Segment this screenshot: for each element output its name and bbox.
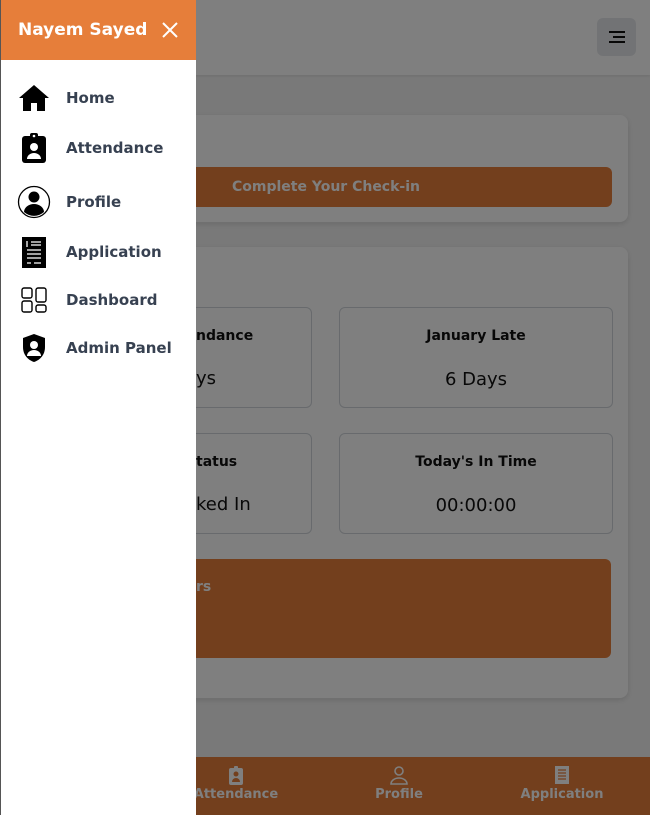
- drawer-item-label: Home: [66, 89, 115, 107]
- grid-icon: [17, 283, 51, 317]
- drawer-item-dashboard[interactable]: Dashboard: [1, 280, 197, 320]
- close-icon[interactable]: [162, 22, 178, 38]
- user-circle-icon: [17, 185, 51, 219]
- drawer-item-label: Profile: [66, 193, 122, 211]
- drawer-item-label: Admin Panel: [66, 339, 172, 357]
- drawer-item-home[interactable]: Home: [1, 78, 197, 118]
- drawer-item-application[interactable]: Application: [1, 232, 197, 272]
- drawer-item-label: Application: [66, 243, 162, 261]
- side-drawer: Nayem Sayed Home Attendance Profile Appl…: [0, 0, 196, 815]
- home-icon: [17, 81, 51, 115]
- shield-user-icon: [17, 331, 51, 365]
- drawer-item-attendance[interactable]: Attendance: [1, 128, 197, 168]
- drawer-header: Nayem Sayed: [1, 0, 196, 60]
- clipboard-user-icon: [17, 131, 51, 165]
- document-icon: [17, 235, 51, 269]
- drawer-title: Nayem Sayed: [18, 20, 148, 40]
- drawer-item-admin-panel[interactable]: Admin Panel: [1, 328, 197, 368]
- drawer-item-label: Attendance: [66, 139, 164, 157]
- drawer-item-label: Dashboard: [66, 291, 158, 309]
- drawer-item-profile[interactable]: Profile: [1, 182, 197, 222]
